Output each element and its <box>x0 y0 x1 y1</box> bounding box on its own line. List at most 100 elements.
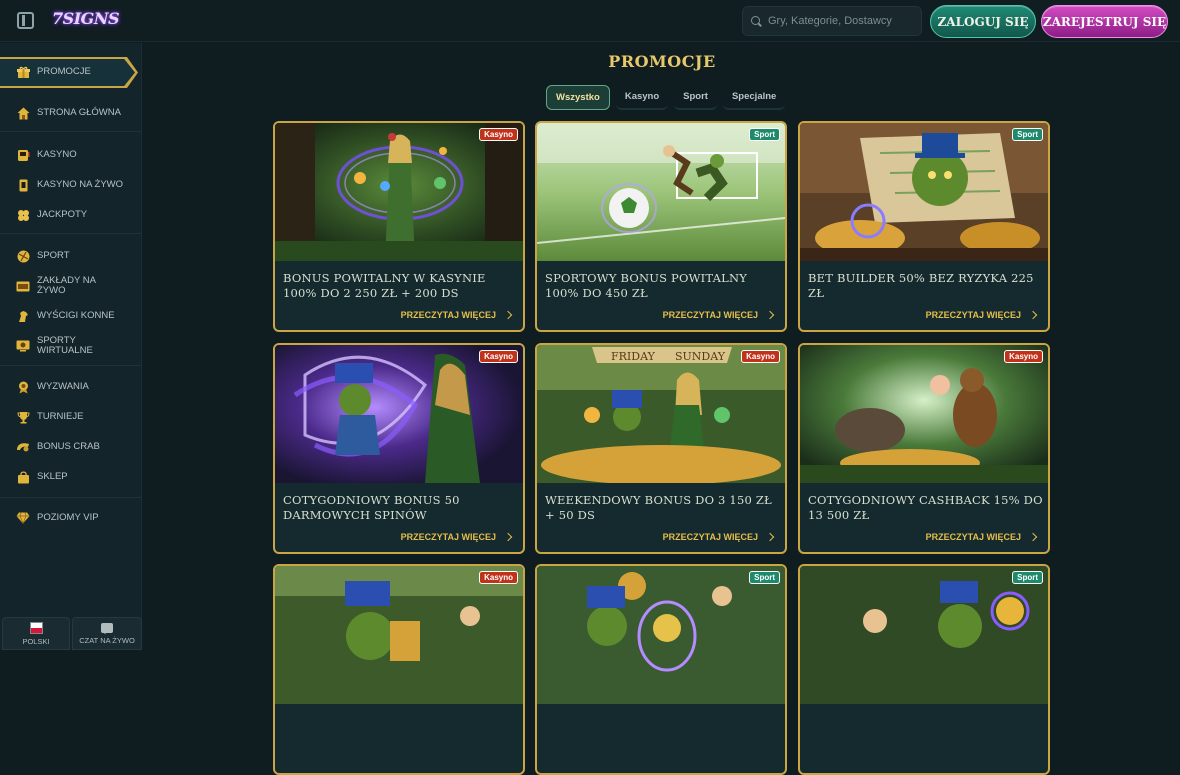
chevron-right-icon <box>503 310 513 320</box>
read-more-link[interactable]: PRZECZYTAJ WIĘCEJ <box>663 310 775 320</box>
sidebar-item-kasyno-na-zywo[interactable]: KASYNO NA ŻYWO <box>0 172 142 198</box>
sidebar-divider <box>0 497 142 498</box>
sidebar-item-strona-glowna[interactable]: STRONA GŁÓWNA <box>0 100 142 126</box>
promo-image-weekend-party: FRIDAY SUNDAY <box>537 345 785 483</box>
sidebar-item-sporty-wirtualne[interactable]: SPORTY WIRTUALNE <box>0 333 142 359</box>
site-logo[interactable]: 7SIGNS <box>52 6 120 36</box>
sidebar-item-label: BONUS CRAB <box>37 441 100 452</box>
sidebar-item-label: SPORT <box>37 250 70 261</box>
gift-icon <box>16 65 30 79</box>
login-button[interactable]: ZALOGUJ SIĘ <box>930 5 1036 38</box>
read-more-label: PRZECZYTAJ WIĘCEJ <box>400 310 496 320</box>
trophy-icon <box>16 410 30 424</box>
tab-kasyno[interactable]: Kasyno <box>615 85 669 110</box>
read-more-label: PRZECZYTAJ WIĘCEJ <box>925 310 1021 320</box>
category-badge: Kasyno <box>479 128 518 141</box>
diamond-icon <box>16 511 30 525</box>
promo-image-elf-magic <box>275 123 523 261</box>
read-more-link[interactable]: PRZECZYTAJ WIĘCEJ <box>400 310 513 320</box>
ball-icon <box>16 249 30 263</box>
horse-icon <box>16 309 30 323</box>
sidebar-item-jackpoty[interactable]: JACKPOTY <box>0 202 142 228</box>
promo-card[interactable]: Sport <box>535 564 787 775</box>
sidebar-item-label: JACKPOTY <box>37 209 88 220</box>
category-badge: Sport <box>1012 128 1043 141</box>
promo-card[interactable]: Kasyno COTYGODNIOWY BONUS 50 DARMOWYCH S… <box>273 343 525 554</box>
promo-title: COTYGODNIOWY CASHBACK 15% DO 13 500 ZŁ <box>808 493 1043 522</box>
promo-image-goblin-portal <box>275 345 523 483</box>
promo-card[interactable]: FRIDAY SUNDAY Kasyno WEEKENDOWY BONUS DO… <box>535 343 787 554</box>
category-badge: Sport <box>749 128 780 141</box>
sidebar-item-label: SPORTY WIRTUALNE <box>37 335 93 356</box>
sidebar-item-label: KASYNO <box>37 149 77 160</box>
promo-card[interactable]: Sport <box>798 564 1050 775</box>
chevron-right-icon <box>1028 532 1038 542</box>
read-more-link[interactable]: PRZECZYTAJ WIĘCEJ <box>925 532 1038 542</box>
chevron-right-icon <box>503 532 513 542</box>
promo-card[interactable]: Kasyno <box>273 564 525 775</box>
promo-image-bear-forest <box>800 345 1048 483</box>
virtual-sport-icon <box>16 339 30 353</box>
clover-icon <box>16 208 30 222</box>
page-title: PROMOCJE <box>608 52 716 71</box>
read-more-label: PRZECZYTAJ WIĘCEJ <box>662 532 758 542</box>
read-more-link[interactable]: PRZECZYTAJ WIĘCEJ <box>925 310 1038 320</box>
shop-bag-icon <box>16 470 30 484</box>
search-icon <box>751 15 762 27</box>
sidebar-item-kasyno[interactable]: KASYNO <box>0 142 142 168</box>
medal-icon <box>16 380 30 394</box>
sidebar-item-label: KASYNO NA ŻYWO <box>37 179 124 190</box>
chevron-right-icon <box>765 532 775 542</box>
promo-card[interactable]: Kasyno BONUS POWITALNY W KASYNIE 100% DO… <box>273 121 525 332</box>
language-button[interactable]: POLSKI <box>2 617 70 650</box>
promo-card[interactable]: Sport SPORTOWY BONUS POWITALNY 100% DO 4… <box>535 121 787 332</box>
sidebar-divider <box>0 131 142 132</box>
chevron-right-icon <box>765 310 775 320</box>
tab-sport[interactable]: Sport <box>674 85 717 110</box>
read-more-label: PRZECZYTAJ WIĘCEJ <box>925 532 1021 542</box>
sidebar-item-label: ZAKŁADY NA ŻYWO <box>37 275 96 296</box>
promo-image-goblin-map <box>800 123 1048 261</box>
search-box[interactable] <box>742 6 922 36</box>
search-input[interactable] <box>768 15 918 27</box>
sidebar-item-label: SKLEP <box>37 471 68 482</box>
live-chat-button[interactable]: CZAT NA ŻYWO <box>72 617 142 650</box>
promo-title: BONUS POWITALNY W KASYNIE 100% DO 2 250 … <box>283 271 486 300</box>
crab-icon <box>16 440 30 454</box>
chevron-right-icon <box>1028 310 1038 320</box>
sidebar-item-promocje[interactable]: PROMOCJE <box>0 59 142 85</box>
category-badge: Kasyno <box>741 350 780 363</box>
sidebar-item-sport[interactable]: SPORT <box>0 243 142 269</box>
chat-icon <box>101 622 113 634</box>
category-badge: Kasyno <box>479 350 518 363</box>
sidebar-item-label: TURNIEJE <box>37 411 84 422</box>
cards-icon <box>16 178 30 192</box>
promo-card[interactable]: Sport BET BUILDER 50% BEZ RYZYKA 225 ZŁ … <box>798 121 1050 332</box>
slot-machine-icon <box>16 148 30 162</box>
promo-card[interactable]: Kasyno COTYGODNIOWY CASHBACK 15% DO 13 5… <box>798 343 1050 554</box>
promo-title: WEEKENDOWY BONUS DO 3 150 ZŁ + 50 DS <box>545 493 772 522</box>
tab-wszystko[interactable]: Wszystko <box>546 85 610 110</box>
promo-image-gold-celebration <box>537 566 785 704</box>
read-more-link[interactable]: PRZECZYTAJ WIĘCEJ <box>662 532 775 542</box>
sidebar-item-poziomy-vip[interactable]: POZIOMY VIP <box>0 505 142 531</box>
sidebar-item-label: PROMOCJE <box>37 66 91 77</box>
sidebar-item-bonus-crab[interactable]: BONUS CRAB <box>0 434 142 460</box>
register-button[interactable]: ZAREJESTRUJ SIĘ <box>1041 5 1168 38</box>
sidebar-item-sklep[interactable]: SKLEP <box>0 464 142 490</box>
promo-image-goblin-amulet <box>800 566 1048 704</box>
sidebar-item-wyzwania[interactable]: WYZWANIA <box>0 374 142 400</box>
sidebar-item-wyscigi-konne[interactable]: WYŚCIGI KONNE <box>0 303 142 329</box>
sidebar-divider <box>0 233 142 234</box>
live-betting-icon <box>16 279 30 293</box>
tab-specjalne[interactable]: Specjalne <box>722 85 786 110</box>
sidebar-toggle-icon[interactable] <box>17 12 34 29</box>
sidebar-item-turnieje[interactable]: TURNIEJE <box>0 404 142 430</box>
promo-title: BET BUILDER 50% BEZ RYZYKA 225 ZŁ <box>808 271 1034 300</box>
read-more-link[interactable]: PRZECZYTAJ WIĘCEJ <box>401 532 513 542</box>
promo-title: COTYGODNIOWY BONUS 50 DARMOWYCH SPINÓW <box>283 493 460 522</box>
logo-text: 7SIGNS <box>52 9 120 28</box>
sidebar-item-zaklady-na-zywo[interactable]: ZAKŁADY NA ŻYWO <box>0 273 142 299</box>
category-badge: Kasyno <box>479 571 518 584</box>
language-label: POLSKI <box>22 636 50 646</box>
